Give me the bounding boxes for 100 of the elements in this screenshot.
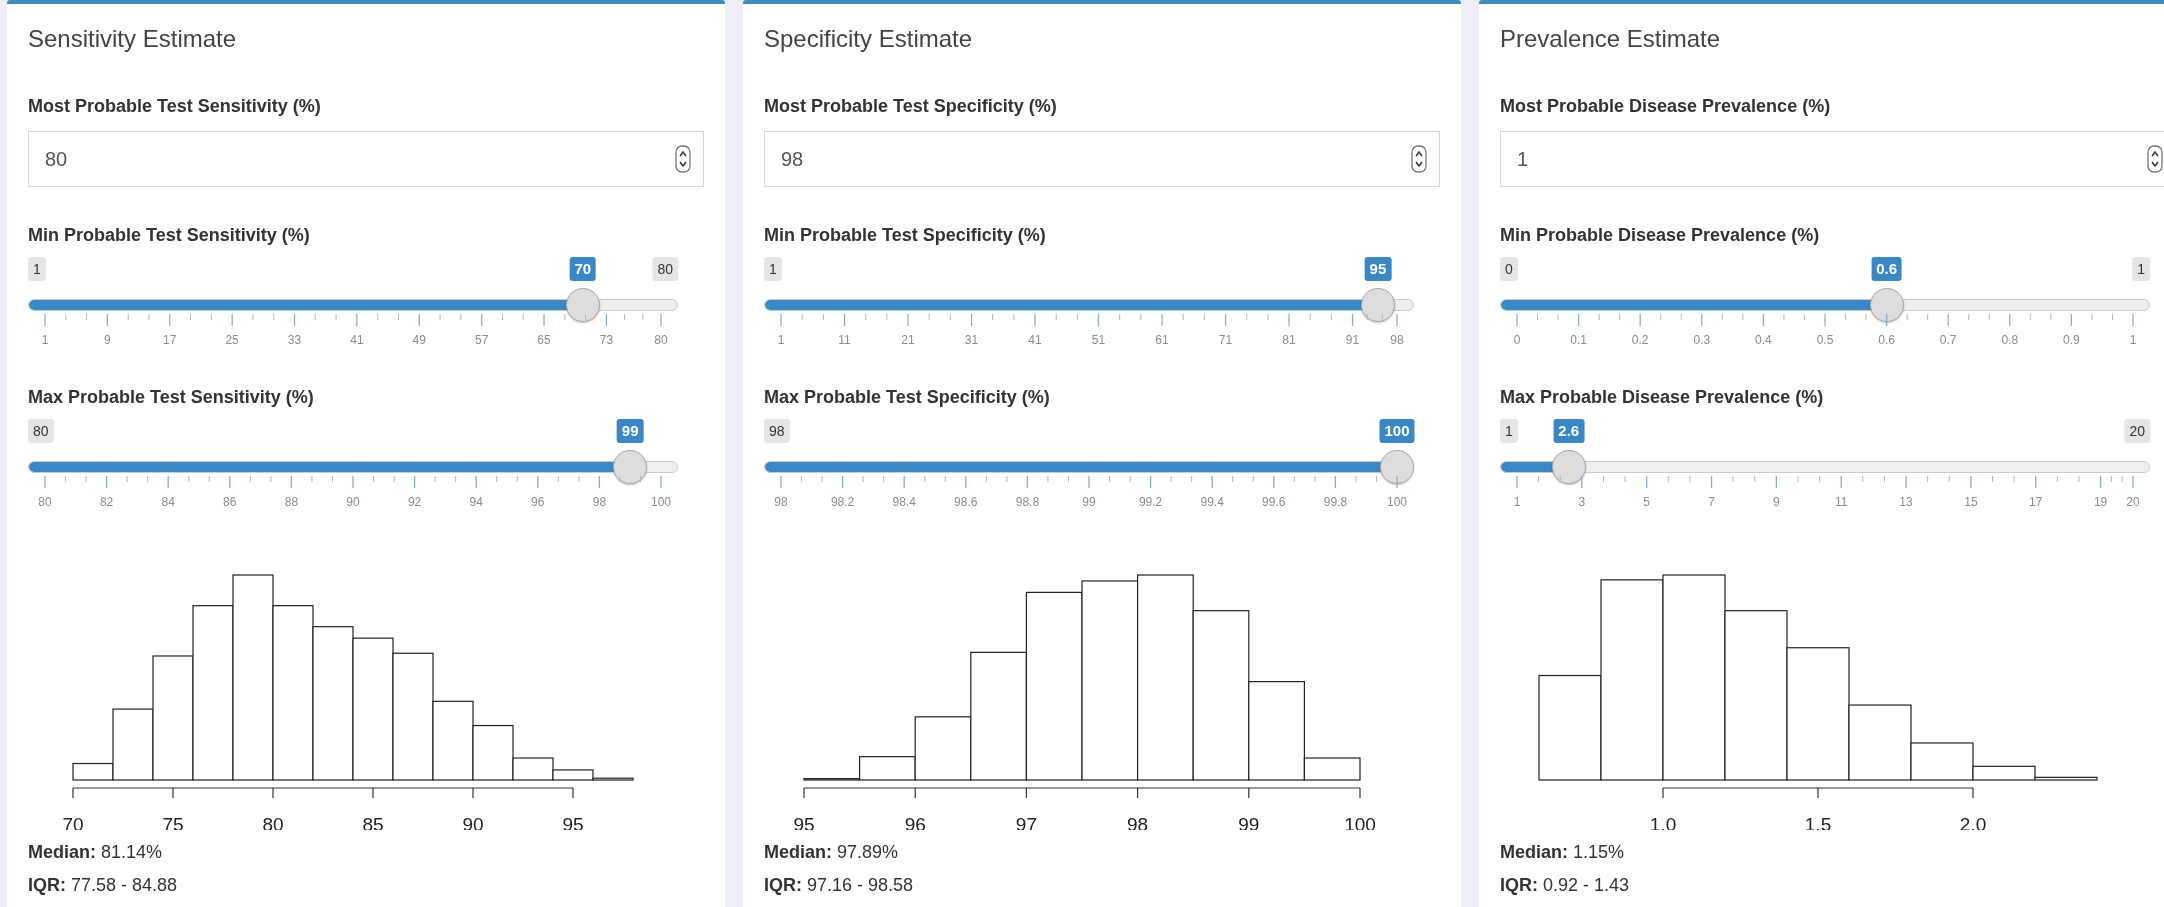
slider-label: Max Probable Disease Prevalence (%) [1500, 386, 1825, 409]
slider-max-label: 80 [652, 257, 678, 281]
tick-label: 20 [2126, 494, 2140, 510]
tick-label: 9 [1773, 494, 1780, 510]
tick-label: 100 [651, 494, 671, 510]
slider-track[interactable] [1500, 299, 2150, 311]
tick-label: 0.9 [2063, 332, 2080, 348]
slider-value: 99 [616, 419, 644, 443]
tick-label: 41 [1028, 332, 1042, 348]
tick-label: 49 [412, 332, 426, 348]
tick-label: 0.8 [2001, 332, 2019, 348]
slider-handle[interactable] [1380, 450, 1414, 484]
tick-label: 98 [774, 494, 788, 510]
field-label: Most Probable Test Specificity (%) [764, 95, 1058, 118]
tick-label: 3 [1578, 494, 1586, 510]
slider-track[interactable] [28, 299, 678, 311]
slider-label: Min Probable Disease Prevalence (%) [1500, 224, 1821, 247]
panel-title: Specificity Estimate [764, 24, 974, 54]
slider-handle[interactable] [1360, 288, 1395, 322]
slider-handle[interactable] [613, 450, 648, 484]
tick-label: 0.2 [1631, 332, 1649, 348]
tick-label: 81 [1282, 332, 1296, 348]
summary-text: Median: 81.14% [28, 841, 164, 864]
tick-label: 91 [1345, 332, 1360, 348]
spinner-icon[interactable] [1411, 145, 1427, 173]
tick-label: 51 [1091, 332, 1106, 348]
slider-value: 95 [1364, 257, 1392, 281]
tick-label: 15 [1964, 494, 1978, 510]
slider-label: Min Probable Test Sensitivity (%) [28, 224, 311, 247]
slider-value: 100 [1379, 419, 1415, 443]
tick-label: 61 [1155, 332, 1169, 348]
slider-min-label: 0 [1500, 257, 1518, 281]
slider-max-label: 20 [2124, 419, 2150, 443]
number-field[interactable]: 1 [1500, 131, 2164, 187]
slider-min-label: 1 [1500, 419, 1518, 443]
tick-label: 71 [1218, 332, 1233, 348]
tick-label: 80 [38, 494, 52, 510]
tick-label: 0.5 [1816, 332, 1834, 348]
tick-label: 7 [1708, 494, 1715, 510]
tick-label: 31 [964, 332, 979, 348]
tick-label: 99.6 [1262, 494, 1286, 510]
panel-title: Prevalence Estimate [1500, 24, 1722, 54]
slider-value: 2.6 [1553, 419, 1585, 443]
slider-max-label: 1 [2132, 257, 2150, 281]
tick-label: 100 [1387, 494, 1407, 510]
tick-label: 9 [104, 332, 111, 348]
slider-label: Min Probable Test Specificity (%) [764, 224, 1047, 247]
slider-track[interactable] [1500, 461, 2150, 473]
tick-label: 33 [287, 332, 302, 348]
tick-label: 99 [1082, 494, 1096, 510]
tick-label: 0.1 [1570, 332, 1587, 348]
slider-min-label: 80 [28, 419, 54, 443]
tick-label: 21 [901, 332, 915, 348]
slider-min-label: 1 [764, 257, 782, 281]
summary-text: IQR: 0.92 - 1.43 [1500, 874, 1631, 897]
slider-value: 0.6 [1871, 257, 1902, 281]
tick-label: 1 [41, 332, 49, 348]
summary-text: IQR: 97.16 - 98.58 [764, 874, 915, 897]
tick-label: 84 [161, 494, 175, 510]
field-label: Most Probable Disease Prevalence (%) [1500, 95, 1832, 118]
tick-label: 13 [1899, 494, 1913, 510]
summary-text: IQR: 77.58 - 84.88 [28, 874, 179, 897]
tick-label: 57 [475, 332, 489, 348]
slider-handle[interactable] [1551, 450, 1586, 484]
number-field[interactable]: 98 [764, 131, 1440, 187]
tick-label: 98.2 [830, 494, 855, 510]
slider-track[interactable] [764, 299, 1414, 311]
tick-label: 98.6 [954, 494, 978, 510]
tick-label: 65 [537, 332, 551, 348]
tick-label: 25 [225, 332, 239, 348]
tick-label: 98.8 [1015, 494, 1040, 510]
tick-label: 82 [99, 494, 114, 510]
slider-handle[interactable] [565, 288, 600, 322]
tick-label: 17 [2029, 494, 2043, 510]
slider-label: Max Probable Test Specificity (%) [764, 386, 1051, 409]
tick-label: 0.6 [1878, 332, 1895, 348]
slider-min-label: 1 [28, 257, 46, 281]
number-field[interactable]: 80 [28, 131, 704, 187]
tick-label: 90 [346, 494, 360, 510]
tick-label: 1 [2129, 332, 2137, 348]
spinner-icon[interactable] [675, 145, 691, 173]
tick-label: 19 [2093, 494, 2108, 510]
tick-label: 92 [407, 494, 422, 510]
tick-label: 98.4 [892, 494, 916, 510]
slider-handle[interactable] [1869, 288, 1904, 322]
panel-title: Sensitivity Estimate [28, 24, 238, 54]
slider-label: Max Probable Test Sensitivity (%) [28, 386, 315, 409]
tick-label: 96 [531, 494, 545, 510]
tick-label: 41 [350, 332, 364, 348]
slider-value: 70 [569, 257, 597, 281]
slider-track[interactable] [28, 461, 678, 473]
tick-label: 80 [654, 332, 668, 348]
tick-label: 73 [599, 332, 614, 348]
tick-label: 1 [1513, 494, 1521, 510]
tick-label: 11 [1834, 494, 1848, 510]
slider-min-label: 98 [764, 419, 790, 443]
tick-label: 0.7 [1939, 332, 1957, 348]
spinner-icon[interactable] [2147, 145, 2163, 173]
tick-label: 0 [1513, 332, 1521, 348]
tick-label: 99.2 [1138, 494, 1163, 510]
